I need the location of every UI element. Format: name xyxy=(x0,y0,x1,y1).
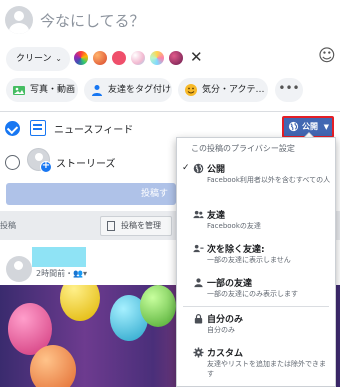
background-picker-row: クリーン ⌄ ✕ ☺ xyxy=(0,46,340,72)
option-title: 次を除く友達: xyxy=(207,245,265,255)
privacy-option-public[interactable]: ✓ 公開 Facebook利用者以外を含むすべての人 xyxy=(177,162,335,196)
checkmark-icon: ✓ xyxy=(182,163,190,173)
destination-label: ストーリーズ xyxy=(56,159,116,170)
background-select-label: クリーン xyxy=(16,54,52,64)
post-composer-screen: 今なにしてる？ クリーン ⌄ ✕ ☺ 写真・動画 友達をタグ付け 気分・アクテ…… xyxy=(0,0,340,387)
destination-label: ニュースフィード xyxy=(54,125,134,136)
menu-divider xyxy=(183,306,329,307)
option-title: 友達 xyxy=(207,211,226,221)
background-swatch[interactable] xyxy=(74,51,88,65)
background-swatch[interactable] xyxy=(150,51,164,65)
caret-down-icon: ▼ xyxy=(323,123,329,131)
section-label: 投稿 xyxy=(0,221,16,230)
privacy-option-custom[interactable]: カスタム 友達やリストを追加または除外できます xyxy=(177,346,335,382)
option-description: 自分のみ xyxy=(207,326,235,334)
friends-except-icon xyxy=(193,244,204,253)
background-swatch[interactable] xyxy=(169,51,183,65)
chevron-down-icon: ⌄ xyxy=(55,54,62,63)
more-options-button[interactable]: ••• xyxy=(275,78,303,102)
post-author-avatar[interactable] xyxy=(6,256,32,282)
user-avatar xyxy=(5,6,33,34)
newsfeed-icon xyxy=(30,120,46,136)
radio-unchecked-icon[interactable] xyxy=(5,155,20,170)
option-description: Facebook利用者以外を含むすべての人 xyxy=(207,176,331,184)
option-description: Facebookの友達 xyxy=(207,222,261,230)
background-swatch[interactable] xyxy=(131,51,145,65)
option-title: 公開 xyxy=(207,165,226,175)
photo-video-button[interactable]: 写真・動画 xyxy=(6,78,78,102)
privacy-selector-label: 公開 xyxy=(302,122,318,131)
background-swatch[interactable] xyxy=(93,51,107,65)
tag-friends-label: 友達をタグ付け xyxy=(108,85,172,95)
post-author-name-redacted[interactable] xyxy=(32,247,86,267)
tag-friends-button[interactable]: 友達をタグ付け xyxy=(84,78,172,102)
option-title: 一部の友達 xyxy=(207,279,253,289)
gear-icon xyxy=(193,347,204,358)
privacy-option-specific-friends[interactable]: 一部の友達 一部の友達にのみ表示します xyxy=(177,276,335,302)
privacy-option-friends[interactable]: 友達 Facebookの友達 xyxy=(177,208,335,234)
document-icon xyxy=(107,221,115,231)
globe-icon xyxy=(288,121,299,132)
post-button[interactable]: 投稿す xyxy=(6,183,176,205)
tag-friends-icon xyxy=(92,85,102,96)
privacy-option-only-me[interactable]: 自分のみ 自分のみ xyxy=(177,312,335,338)
manage-posts-button[interactable]: 投稿を管理 xyxy=(100,216,172,236)
audience-icon: 👥▾ xyxy=(73,269,88,278)
composer-actions: 写真・動画 友達をタグ付け 気分・アクテ… ••• xyxy=(0,78,340,102)
option-title: カスタム xyxy=(207,349,244,359)
specific-friends-icon xyxy=(194,278,203,288)
divider xyxy=(0,111,340,112)
background-swatch[interactable] xyxy=(112,51,126,65)
option-title: 自分のみ xyxy=(207,315,244,325)
plus-icon: + xyxy=(40,160,52,173)
option-description: 友達やリストを追加または除外できます xyxy=(207,360,326,378)
option-description: 一部の友達にのみ表示します xyxy=(207,290,298,298)
composer-header: 今なにしてる？ xyxy=(0,0,340,46)
feeling-icon xyxy=(185,84,197,96)
manage-posts-label: 投稿を管理 xyxy=(121,221,161,230)
photo-video-label: 写真・動画 xyxy=(30,85,76,95)
feeling-activity-label: 気分・アクテ… xyxy=(202,85,265,95)
privacy-option-friends-except[interactable]: 次を除く友達: 一部の友達に表示しません xyxy=(177,242,335,268)
emoji-icon[interactable]: ☺ xyxy=(318,46,336,66)
photo-icon xyxy=(13,86,25,95)
balloon-shape xyxy=(30,345,76,387)
friends-icon xyxy=(193,210,204,219)
globe-icon xyxy=(193,163,204,174)
balloon-shape xyxy=(60,285,100,321)
lock-icon xyxy=(194,314,203,324)
post-timestamp-text: 2時間前・ xyxy=(36,269,74,278)
balloon-shape xyxy=(140,285,176,327)
feeling-activity-button[interactable]: 気分・アクテ… xyxy=(178,78,268,102)
checkbox-checked-icon[interactable] xyxy=(5,121,20,136)
post-timestamp[interactable]: 2時間前・👥▾ xyxy=(36,268,87,279)
privacy-dropdown-menu: この投稿のプライバシー設定 ✓ 公開 Facebook利用者以外を含むすべての人… xyxy=(176,137,336,387)
option-description: 一部の友達に表示しません xyxy=(207,256,291,264)
manage-posts-row: 投稿 投稿を管理 xyxy=(0,216,176,236)
background-select[interactable]: クリーン ⌄ xyxy=(6,47,70,71)
menu-header: この投稿のプライバシー設定 xyxy=(191,144,295,153)
status-prompt-input[interactable]: 今なにしてる？ xyxy=(40,10,145,31)
close-icon[interactable]: ✕ xyxy=(190,48,203,66)
